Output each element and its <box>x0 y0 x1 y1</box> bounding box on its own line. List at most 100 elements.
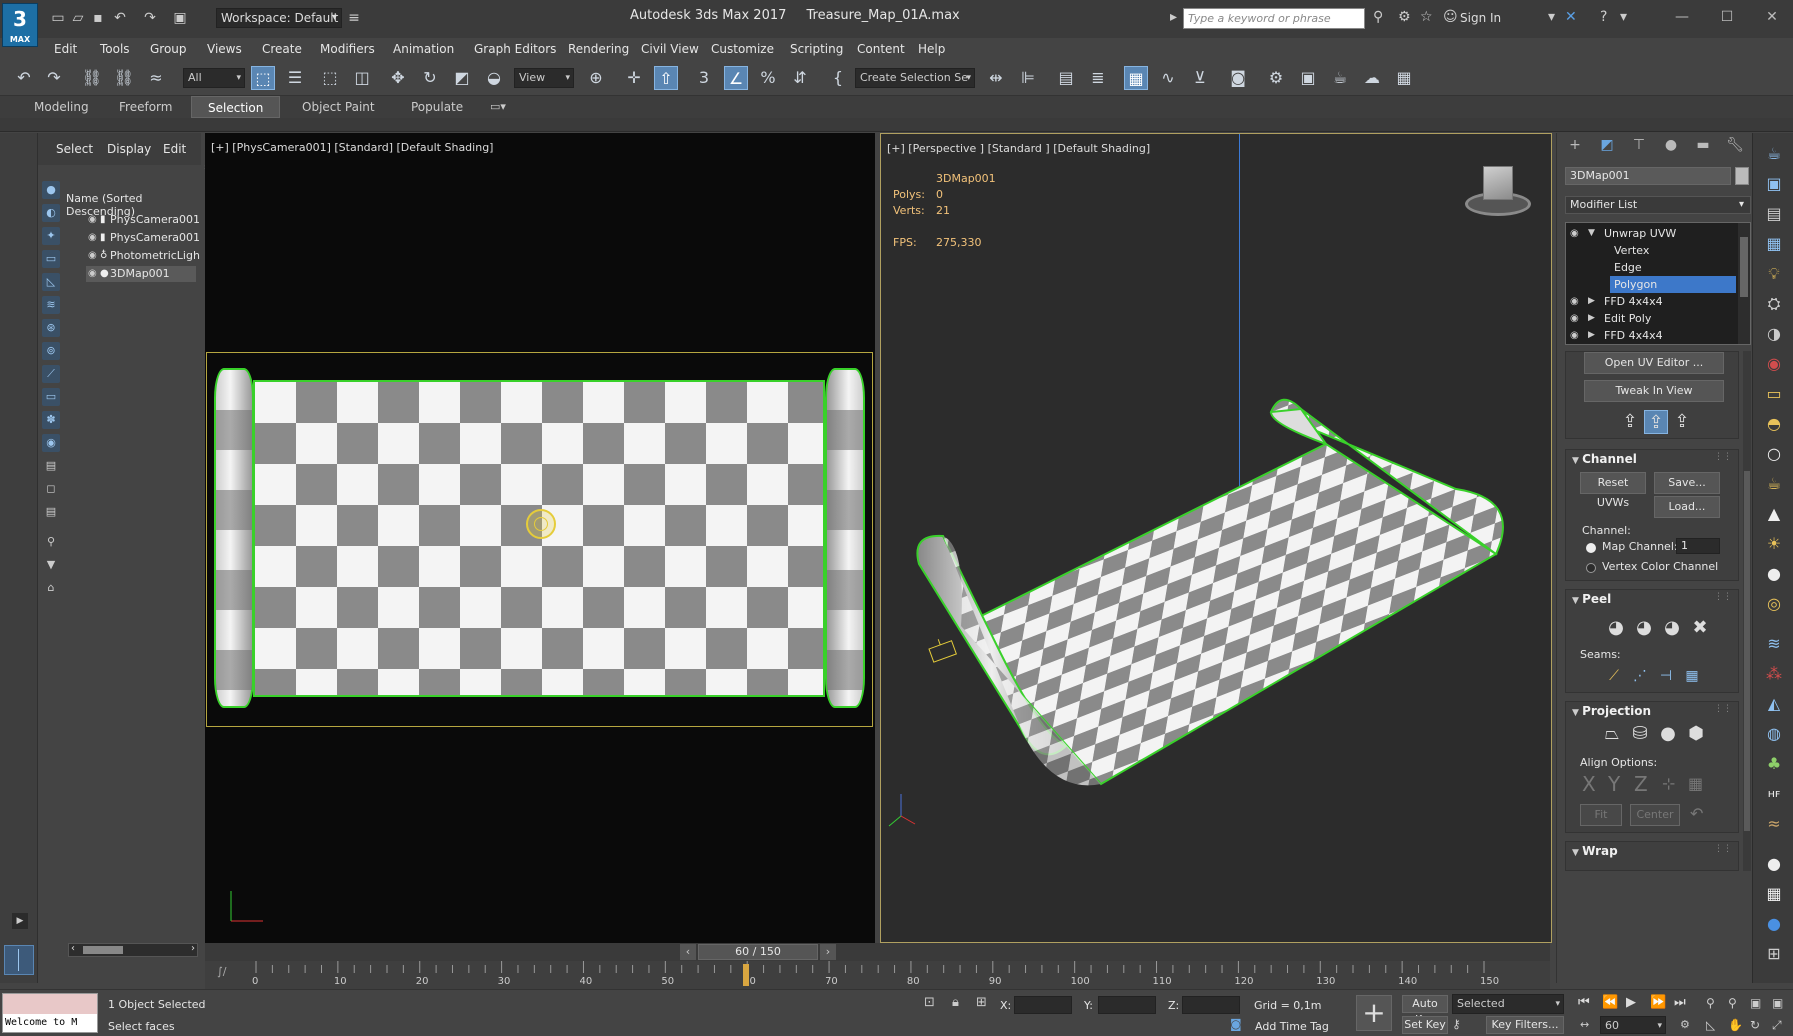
quick-access-menu-icon[interactable]: ≡ <box>346 11 362 25</box>
list-item[interactable]: ◉ ♁ PhotometricLigh <box>86 248 200 264</box>
white-sphere-icon[interactable]: ● <box>1763 853 1785 875</box>
current-frame-marker[interactable] <box>743 964 750 986</box>
align-to-view-icon[interactable]: ▦ <box>1688 774 1703 793</box>
display-tab-icon[interactable]: ▬ <box>1691 137 1715 157</box>
user-icon[interactable]: ☺ <box>1443 9 1458 25</box>
teapot-gold-icon[interactable]: ☕ <box>1763 473 1785 495</box>
layer-explorer-icon[interactable]: ≣ <box>1086 66 1110 90</box>
keyboard-shortcut-override-icon[interactable]: ⇧ <box>654 66 678 90</box>
pan-icon[interactable]: ✋ <box>1728 1018 1743 1032</box>
binoculars-icon[interactable]: ⚲ <box>1373 9 1383 25</box>
rollout-grip-icon[interactable]: ⋮⋮ <box>1714 844 1732 854</box>
load-button[interactable]: Load... <box>1654 496 1720 518</box>
workspace-dropdown[interactable]: Workspace: Default <box>216 8 342 28</box>
reference-coord-dropdown[interactable]: View <box>514 68 574 88</box>
particles-icon[interactable]: ⁂ <box>1763 663 1785 685</box>
menu-group[interactable]: Group <box>150 42 187 56</box>
collapse-triangle-icon[interactable]: ▼ <box>1572 708 1582 718</box>
tab-freeform[interactable]: Freeform <box>103 96 188 118</box>
dome-icon[interactable]: ◓ <box>1763 413 1785 435</box>
blue-sphere-icon[interactable]: ● <box>1763 913 1785 935</box>
menu-help[interactable]: Help <box>918 42 945 56</box>
menu-graph-editors[interactable]: Graph Editors <box>474 42 556 56</box>
search-input[interactable]: Type a keyword or phrase <box>1183 8 1365 29</box>
list-item[interactable]: ◉ ▮ PhysCamera001 <box>86 230 200 246</box>
menu-modifiers[interactable]: Modifiers <box>320 42 375 56</box>
toggle-ribbon-icon[interactable]: ▦ <box>1124 66 1148 90</box>
viewport-layout-icon[interactable] <box>4 945 34 975</box>
undo-icon[interactable]: ↶ <box>112 11 128 25</box>
menu-content[interactable]: Content <box>857 42 905 56</box>
light-bulb-icon[interactable]: 💡︎ <box>1763 263 1785 285</box>
map-roll-left[interactable] <box>214 368 254 708</box>
window-crossing-icon[interactable]: ◫ <box>350 66 374 90</box>
peel-mode-icon[interactable]: ◕ <box>1632 616 1656 640</box>
current-frame-input[interactable]: 60 <box>1600 1016 1666 1035</box>
time-tag-icon[interactable]: ◙ <box>1230 1017 1242 1031</box>
menu-edit[interactable]: Edit <box>54 42 77 56</box>
selection-filter-dropdown[interactable]: All <box>183 68 245 88</box>
display-bones-icon[interactable]: ⟋ <box>42 365 60 383</box>
fur-icon[interactable]: ≈ <box>1763 813 1785 835</box>
display-particles-icon[interactable]: ✽ <box>42 411 60 429</box>
display-frozen-icon[interactable]: ◉ <box>42 434 60 452</box>
menu-scripting[interactable]: Scripting <box>790 42 843 56</box>
disc-icon[interactable]: ◎ <box>1763 593 1785 615</box>
zoom-extents-all-icon[interactable]: ▣ <box>1772 996 1783 1010</box>
fit-button[interactable]: Fit <box>1580 804 1622 826</box>
rendered-frame-window-icon[interactable]: ▣ <box>1296 66 1320 90</box>
eye-icon[interactable]: ◉ <box>1570 310 1579 327</box>
map-mesh-perspective[interactable] <box>881 134 1552 943</box>
record-icon[interactable]: ◉ <box>1763 353 1785 375</box>
spinner-snap-icon[interactable]: ⇵ <box>788 66 812 90</box>
expand-triangle-icon[interactable]: ▶ <box>1588 310 1595 327</box>
motion-tab-icon[interactable]: ● <box>1659 137 1683 157</box>
create-tab-icon[interactable]: + <box>1563 137 1587 157</box>
maxscript-listener[interactable]: Welcome to M <box>2 993 98 1033</box>
display-spacewarps-icon[interactable]: ≋ <box>42 296 60 314</box>
x-coord-input[interactable] <box>1014 996 1072 1014</box>
ball-icon[interactable]: ● <box>1763 563 1785 585</box>
visibility-eye-icon[interactable]: ◉ <box>88 248 97 264</box>
teapot-icon[interactable]: ☕ <box>1763 143 1785 165</box>
display-cameras-icon[interactable]: ▭ <box>42 250 60 268</box>
y-coord-input[interactable] <box>1098 996 1156 1014</box>
menu-animation[interactable]: Animation <box>393 42 454 56</box>
save-button[interactable]: Save... <box>1654 472 1720 494</box>
plant-icon[interactable]: ♣ <box>1763 753 1785 775</box>
display-influences-icon[interactable]: ◻ <box>42 480 60 498</box>
prev-frame-icon[interactable]: ‹ <box>680 944 696 960</box>
zoom-all-icon[interactable]: ⚲ <box>1728 996 1737 1010</box>
quick-planar-map-icon[interactable]: ⇪ <box>1618 410 1642 434</box>
render-frame-icon[interactable]: ▣ <box>1763 173 1785 195</box>
maximize-button[interactable]: ☐ <box>1707 6 1747 28</box>
selection-lock-icon[interactable]: 🔒︎ <box>952 995 959 1010</box>
align-icon[interactable]: ⊫ <box>1016 66 1040 90</box>
select-object-icon[interactable]: ⬚ <box>251 66 275 90</box>
menu-tools[interactable]: Tools <box>100 42 130 56</box>
isolate-selection-icon[interactable]: ⊡ <box>924 995 935 1010</box>
filter-funnel-icon[interactable]: ▼ <box>42 556 60 574</box>
key-icon[interactable]: ⚷ <box>1452 1017 1461 1031</box>
next-key-icon[interactable]: ⏩ <box>1650 995 1666 1010</box>
dropdown-arrow-icon[interactable]: ▾ <box>1548 9 1555 25</box>
quick-peel-icon[interactable]: ◕ <box>1604 616 1628 640</box>
expand-triangle-icon[interactable]: ▼ <box>1588 225 1595 242</box>
map-roll-right[interactable] <box>825 368 865 708</box>
redo-icon[interactable]: ↷ <box>42 66 66 90</box>
move-icon[interactable]: ✥ <box>386 66 410 90</box>
rollout-grip-icon[interactable]: ⋮⋮ <box>1714 452 1732 462</box>
display-helpers-icon[interactable]: ◺ <box>42 273 60 291</box>
link-icon[interactable]: ⛓ <box>80 66 104 90</box>
reset-projection-icon[interactable]: ↶ <box>1690 804 1703 823</box>
menu-civil-view[interactable]: Civil View <box>641 42 699 56</box>
layer-icon[interactable]: ▦ <box>1763 233 1785 255</box>
render-setup-icon[interactable]: ⚙ <box>1264 66 1288 90</box>
key-filters-button[interactable]: Key Filters... <box>1486 1016 1564 1034</box>
modifier-stack[interactable]: ◉ ▼ Unwrap UVW Vertex Edge Polygon ◉ ▶ F… <box>1565 222 1751 345</box>
eye-icon[interactable]: ◉ <box>1570 327 1579 344</box>
a360-gallery-icon[interactable]: ▦ <box>1392 66 1416 90</box>
scroll-right-icon[interactable]: › <box>191 943 195 954</box>
close-button[interactable]: ✕ <box>1752 6 1792 28</box>
align-y-button[interactable]: Y <box>1608 772 1620 796</box>
